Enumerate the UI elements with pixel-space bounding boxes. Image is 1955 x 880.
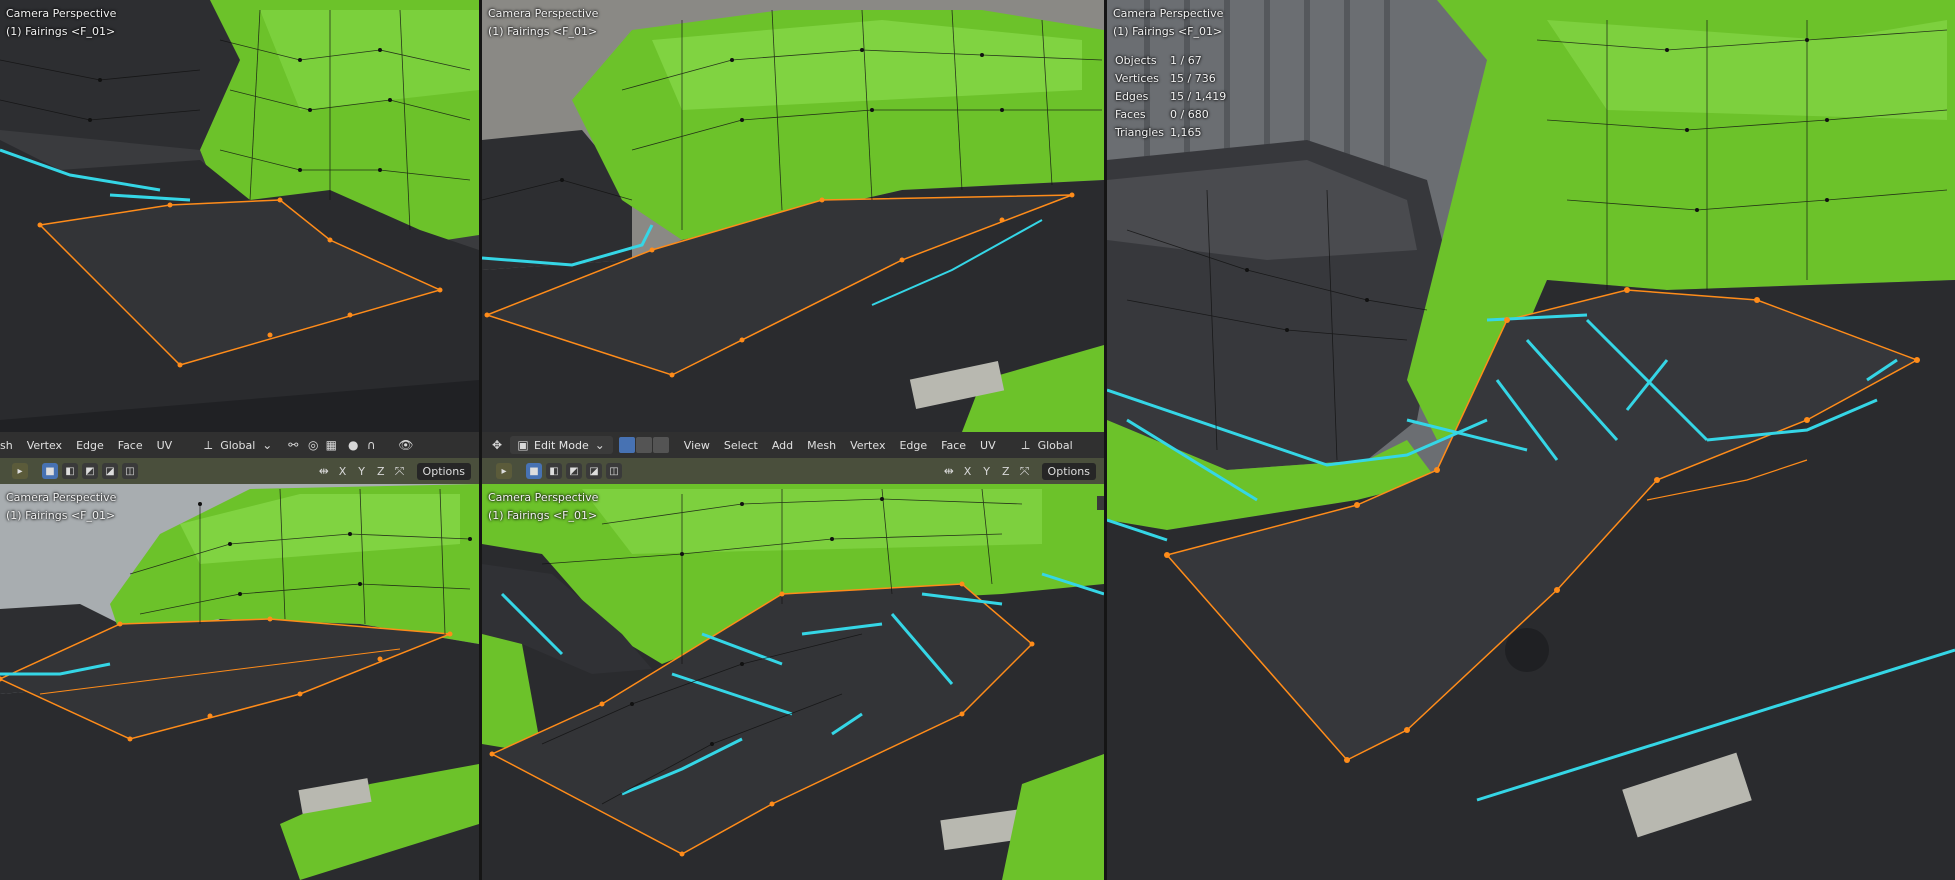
stat-faces: Faces 0 / 680 — [1115, 108, 1209, 121]
menu-vertex[interactable]: Vertex — [843, 439, 892, 452]
menu-uv[interactable]: UV — [150, 439, 180, 452]
visibility-icon[interactable]: 👁 — [398, 438, 413, 452]
editor-type-icon[interactable]: ✥ — [490, 438, 504, 452]
select-intersect-button[interactable]: ◫ — [606, 463, 622, 479]
camera-label: Camera Perspective — [6, 7, 117, 20]
viewport-right[interactable]: Camera Perspective (1) Fairings <F_01> O… — [1107, 0, 1955, 880]
viewport-bottom-left[interactable]: Camera Perspective (1) Fairings <F_01> — [0, 484, 479, 880]
tool-select-icon[interactable]: ▸ — [12, 463, 28, 479]
stat-triangles: Triangles 1,165 — [1115, 126, 1202, 139]
stat-objects: Objects 1 / 67 — [1115, 54, 1202, 67]
vertex-select-button[interactable] — [618, 437, 635, 453]
face-select-button[interactable] — [652, 437, 669, 453]
mirror-x-toggle[interactable]: X — [335, 465, 351, 478]
viewport-overlay: Camera Perspective (1) Fairings <F_01> — [6, 489, 116, 525]
auto-merge-icon[interactable]: ⤧ — [1018, 464, 1032, 478]
select-subtract-button[interactable]: ◩ — [82, 463, 98, 479]
area-separator-vertical-2[interactable] — [1104, 0, 1107, 880]
select-subtract-button[interactable]: ◩ — [566, 463, 582, 479]
mirror-y-toggle[interactable]: Y — [354, 465, 369, 478]
select-extend-button[interactable]: ◧ — [62, 463, 78, 479]
camera-label: Camera Perspective — [6, 491, 117, 504]
chevron-down-icon: ⌄ — [262, 438, 273, 452]
mirror-icon[interactable]: ⇹ — [317, 464, 331, 478]
object-label: (1) Fairings <F_01> — [6, 25, 116, 38]
pivot-icon[interactable]: ⚯ — [286, 438, 300, 452]
options-dropdown[interactable]: Options — [1041, 462, 1096, 480]
select-new-button[interactable]: ■ — [526, 463, 542, 479]
object-label: (1) Fairings <F_01> — [488, 25, 598, 38]
mode-label: Edit Mode — [534, 438, 589, 452]
viewport-scene — [1107, 0, 1955, 880]
menu-add[interactable]: Add — [765, 439, 800, 452]
select-difference-button[interactable]: ◪ — [586, 463, 602, 479]
edge-select-button[interactable] — [635, 437, 652, 453]
orientation-label: Global — [1037, 438, 1073, 452]
mirror-x-toggle[interactable]: X — [960, 465, 976, 478]
tool-settings-bar-left: ▸ ■ ◧ ◩ ◪ ◫ ⇹ X Y Z ⤧ Options — [0, 458, 479, 484]
menu-view[interactable]: View — [677, 439, 717, 452]
falloff-icon[interactable]: ∩ — [364, 438, 378, 452]
object-label: (1) Fairings <F_01> — [6, 509, 116, 522]
camera-label: Camera Perspective — [1113, 7, 1224, 20]
menu-face[interactable]: Face — [934, 439, 973, 452]
viewport-scene — [0, 0, 479, 432]
tool-select-icon[interactable]: ▸ — [496, 463, 512, 479]
orientation-icon: ⟂ — [204, 438, 213, 452]
auto-merge-icon[interactable]: ⤧ — [393, 464, 407, 478]
mirror-z-toggle[interactable]: Z — [373, 465, 389, 478]
statistics-overlay: Objects 1 / 67 Vertices 15 / 736 Edges 15 /… — [1115, 52, 1226, 142]
menu-select[interactable]: Select — [717, 439, 765, 452]
select-difference-button[interactable]: ◪ — [102, 463, 118, 479]
menu-face[interactable]: Face — [111, 439, 150, 452]
viewport-overlay: Camera Perspective (1) Fairings <F_01> — [488, 489, 598, 525]
menu-vertex[interactable]: Vertex — [20, 439, 69, 452]
camera-label: Camera Perspective — [488, 7, 599, 20]
snap-icon[interactable]: ◎ — [306, 438, 320, 452]
viewport-bottom-middle[interactable]: Camera Perspective (1) Fairings <F_01> — [482, 484, 1104, 880]
sidebar-toggle[interactable] — [1097, 496, 1104, 510]
transform-orientation-dropdown[interactable]: ⟂ Global ⌄ — [195, 438, 280, 452]
snap-grid-icon[interactable]: ▦ — [324, 438, 338, 452]
viewport-overlay: Camera Perspective (1) Fairings <F_01> — [488, 5, 598, 41]
viewport-scene — [482, 0, 1104, 432]
menu-edge[interactable]: Edge — [892, 439, 934, 452]
camera-label: Camera Perspective — [488, 491, 599, 504]
viewport-scene — [482, 484, 1104, 880]
menu-mesh[interactable]: Mesh — [800, 439, 843, 452]
area-separator-vertical-1[interactable] — [479, 0, 482, 880]
menu-uv[interactable]: UV — [973, 439, 1003, 452]
viewport-header-left: sh Vertex Edge Face UV ⟂ Global ⌄ ⚯ ◎ ▦ … — [0, 432, 479, 458]
edit-mode-icon: ▣ — [517, 438, 529, 452]
viewport-scene — [0, 484, 479, 880]
tool-settings-bar-middle: ▸ ■ ◧ ◩ ◪ ◫ ⇹ X Y Z ⤧ Options — [482, 458, 1104, 484]
viewport-header-middle: ✥ ▣ Edit Mode ⌄ View Select Add Mesh Ver… — [482, 432, 1104, 458]
viewport-top-left[interactable]: Camera Perspective (1) Fairings <F_01> — [0, 0, 479, 432]
viewport-overlay: Camera Perspective (1) Fairings <F_01> — [1113, 5, 1223, 41]
viewport-top-middle[interactable]: Camera Perspective (1) Fairings <F_01> — [482, 0, 1104, 432]
options-dropdown[interactable]: Options — [416, 462, 471, 480]
transform-orientation-dropdown[interactable]: ⟂ Global — [1013, 438, 1079, 452]
mirror-y-toggle[interactable]: Y — [979, 465, 994, 478]
menu-edge[interactable]: Edge — [69, 439, 111, 452]
proportional-edit-icon[interactable]: ● — [346, 438, 360, 452]
mirror-icon[interactable]: ⇹ — [942, 464, 956, 478]
orientation-icon: ⟂ — [1021, 438, 1030, 452]
orientation-label: Global — [220, 438, 256, 452]
select-mode-group — [618, 437, 669, 453]
viewport-overlay: Camera Perspective (1) Fairings <F_01> — [6, 5, 116, 41]
chevron-down-icon: ⌄ — [594, 438, 605, 452]
object-label: (1) Fairings <F_01> — [488, 509, 598, 522]
mirror-z-toggle[interactable]: Z — [998, 465, 1014, 478]
select-intersect-button[interactable]: ◫ — [122, 463, 138, 479]
stat-vertices: Vertices 15 / 736 — [1115, 72, 1216, 85]
select-new-button[interactable]: ■ — [42, 463, 58, 479]
menu-mesh[interactable]: sh — [0, 439, 20, 452]
stat-edges: Edges 15 / 1,419 — [1115, 90, 1227, 103]
select-extend-button[interactable]: ◧ — [546, 463, 562, 479]
mode-dropdown[interactable]: ▣ Edit Mode ⌄ — [510, 436, 613, 454]
object-label: (1) Fairings <F_01> — [1113, 25, 1223, 38]
